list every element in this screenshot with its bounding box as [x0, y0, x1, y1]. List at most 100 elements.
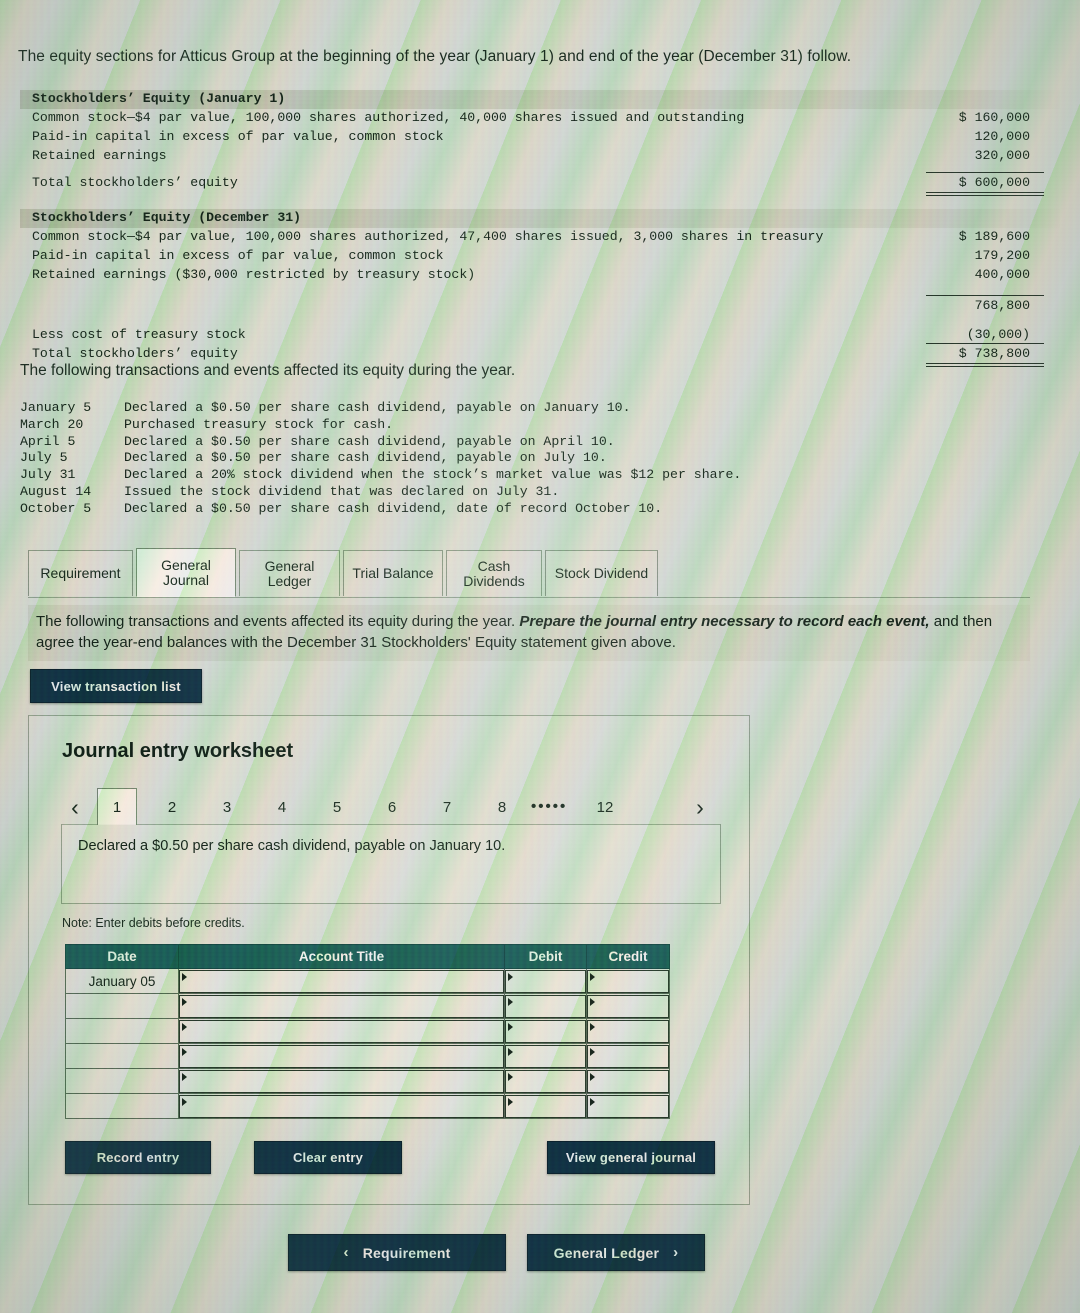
table-row: [65, 993, 670, 1019]
cell-credit[interactable]: [586, 1093, 670, 1119]
account-title-select[interactable]: [179, 1019, 504, 1043]
equity-section-heading: Stockholders’ Equity (December 31): [20, 209, 1060, 228]
account-title-select[interactable]: [179, 994, 504, 1018]
credit-input[interactable]: [587, 1069, 669, 1093]
cell-debit[interactable]: [504, 1043, 587, 1069]
transaction-description: Declared a $0.50 per share cash dividend…: [124, 433, 615, 449]
cell-credit[interactable]: [586, 1018, 670, 1044]
pagination-page-7[interactable]: 7: [427, 790, 467, 824]
cell-debit[interactable]: [504, 1093, 587, 1119]
tab-cash-dividends[interactable]: Cash Dividends: [446, 550, 542, 596]
pagination-page-1[interactable]: 1: [97, 788, 137, 825]
table-row: January 05: [65, 968, 670, 994]
transaction-row: October 5 Declared a $0.50 per share cash…: [20, 501, 741, 518]
cell-account-title[interactable]: [178, 1043, 505, 1069]
pagination-page-3[interactable]: 3: [207, 790, 247, 824]
account-title-select[interactable]: [179, 969, 504, 993]
view-general-journal-button[interactable]: View general journal: [547, 1141, 715, 1174]
tab-requirement[interactable]: Requirement: [28, 550, 133, 596]
equity-row: 768,800: [20, 295, 1060, 316]
cell-account-title[interactable]: [178, 968, 505, 994]
equity-amount: 320,000: [974, 148, 1030, 163]
cell-date[interactable]: January 05: [65, 968, 179, 994]
credit-input[interactable]: [587, 994, 669, 1018]
equity-row: Paid-in capital in excess of par value, …: [32, 129, 1030, 144]
credit-input[interactable]: [587, 969, 669, 993]
credit-input[interactable]: [587, 1094, 669, 1118]
next-general-ledger-label: General Ledger: [553, 1244, 660, 1261]
pagination-page-12[interactable]: 12: [585, 790, 625, 824]
account-title-select[interactable]: [179, 1094, 504, 1118]
cell-date[interactable]: [65, 1093, 179, 1119]
equity-amount: 768,800: [974, 298, 1030, 313]
cell-date[interactable]: [65, 1043, 179, 1069]
previous-requirement-button[interactable]: ‹ Requirement: [288, 1234, 506, 1271]
debit-input[interactable]: [505, 1044, 586, 1068]
credit-input[interactable]: [587, 1044, 669, 1068]
transactions-list: January 5 Declared a $0.50 per share cash…: [20, 400, 741, 518]
cell-date[interactable]: [65, 993, 179, 1019]
next-general-ledger-button[interactable]: General Ledger ›: [527, 1234, 705, 1271]
equity-amount: $ 738,800: [958, 346, 1030, 361]
cell-account-title[interactable]: [178, 993, 505, 1019]
tab-general-journal[interactable]: General Journal: [136, 548, 236, 597]
previous-requirement-label: Requirement: [362, 1244, 451, 1261]
transaction-date: August 14: [20, 483, 92, 499]
equity-amount: $ 160,000: [958, 110, 1030, 125]
pagination-prev-button[interactable]: ‹: [61, 792, 89, 822]
debit-input[interactable]: [505, 1069, 586, 1093]
debit-input[interactable]: [505, 994, 586, 1018]
cell-date[interactable]: [65, 1018, 179, 1044]
debit-input[interactable]: [505, 969, 586, 993]
tab-label: Cash Dividends: [463, 557, 525, 589]
cell-credit[interactable]: [586, 968, 670, 994]
credit-input[interactable]: [587, 1019, 669, 1043]
equity-amount: 400,000: [974, 267, 1030, 282]
pagination-page-label: 6: [387, 798, 397, 816]
account-title-select[interactable]: [179, 1069, 504, 1093]
cell-account-title[interactable]: [178, 1068, 505, 1094]
cell-credit[interactable]: [586, 1068, 670, 1094]
cell-credit[interactable]: [586, 993, 670, 1019]
column-header-debit: Debit: [504, 944, 587, 969]
cell-debit[interactable]: [504, 993, 587, 1019]
requirement-text-1: The following transactions and events af…: [36, 613, 516, 630]
view-transaction-list-button[interactable]: View transaction list: [30, 669, 202, 703]
pagination-page-label: 1: [112, 798, 122, 816]
tab-label: General Journal: [161, 556, 211, 588]
cell-date[interactable]: [65, 1068, 179, 1094]
pagination-page-4[interactable]: 4: [262, 790, 302, 824]
pagination-next-button[interactable]: ›: [686, 792, 714, 822]
cell-debit[interactable]: [504, 1018, 587, 1044]
tab-label: Stock Dividend: [554, 565, 649, 581]
pagination-page-label: 12: [596, 798, 614, 816]
cell-debit[interactable]: [504, 1068, 587, 1094]
record-entry-button[interactable]: Record entry: [65, 1141, 211, 1174]
intro-text: The equity sections for Atticus Group at…: [18, 48, 852, 65]
pagination-page-8[interactable]: 8: [482, 790, 522, 824]
debit-input[interactable]: [505, 1094, 586, 1118]
tab-stock-dividend[interactable]: Stock Dividend: [545, 550, 658, 596]
cell-account-title[interactable]: [178, 1093, 505, 1119]
tab-label: General Ledger: [264, 557, 315, 589]
pagination-page-5[interactable]: 5: [317, 790, 357, 824]
tab-trial-balance[interactable]: Trial Balance: [343, 550, 443, 596]
clear-entry-button[interactable]: Clear entry: [254, 1141, 402, 1174]
cell-credit[interactable]: [586, 1043, 670, 1069]
account-title-select[interactable]: [179, 1044, 504, 1068]
transaction-row: July 5 Declared a $0.50 per share cash di…: [20, 450, 741, 467]
pagination-page-2[interactable]: 2: [152, 790, 192, 824]
cell-debit[interactable]: [504, 968, 587, 994]
transaction-description: Issued the stock dividend that was decla…: [124, 483, 560, 499]
cell-account-title[interactable]: [178, 1018, 505, 1044]
transaction-row: March 20 Purchased treasury stock for cas…: [20, 417, 741, 434]
debit-input[interactable]: [505, 1019, 586, 1043]
tab-general-ledger[interactable]: General Ledger: [239, 550, 340, 596]
transaction-description: Declared a $0.50 per share cash dividend…: [124, 500, 663, 516]
equity-row: Less cost of treasury stock (30,000): [32, 327, 1030, 342]
chevron-left-icon: ‹: [71, 793, 79, 820]
equity-row: Retained earnings 320,000: [32, 148, 1030, 163]
table-row: [65, 1043, 670, 1069]
pagination-page-6[interactable]: 6: [372, 790, 412, 824]
pagination-page-label: 4: [277, 798, 287, 816]
